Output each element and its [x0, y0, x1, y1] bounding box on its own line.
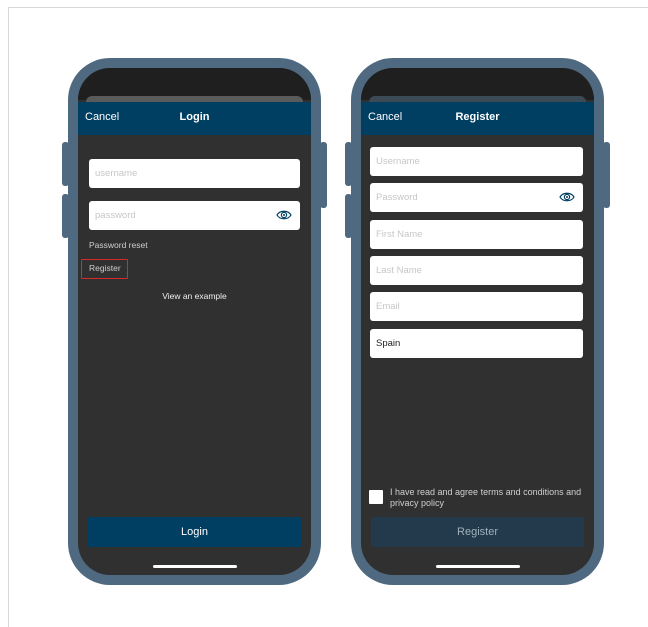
- login-button-label: Login: [181, 526, 208, 538]
- home-indicator: [435, 565, 520, 568]
- first-name-placeholder: First Name: [376, 229, 423, 240]
- register-button[interactable]: Register: [371, 517, 584, 547]
- login-navbar: Cancel Login: [78, 102, 311, 135]
- login-button[interactable]: Login: [88, 517, 301, 547]
- phone-register: Cancel Register Username Password First …: [345, 58, 610, 585]
- phone-login: Cancel Login username password Password …: [62, 58, 327, 585]
- power-button: [320, 142, 327, 208]
- register-screen: Cancel Register Username Password First …: [361, 68, 594, 575]
- email-input[interactable]: Email: [370, 292, 583, 321]
- page-title: Register: [455, 111, 500, 123]
- register-link[interactable]: Register: [89, 263, 121, 273]
- first-name-input[interactable]: First Name: [370, 220, 583, 249]
- register-button-label: Register: [457, 526, 498, 538]
- volume-down-button: [345, 194, 352, 238]
- page-title: Login: [179, 111, 210, 123]
- username-input[interactable]: username: [89, 159, 300, 188]
- eye-icon[interactable]: [559, 191, 575, 203]
- terms-text: I have read and agree terms and conditio…: [390, 487, 582, 508]
- terms-checkbox[interactable]: [369, 490, 383, 504]
- volume-up-button: [62, 142, 69, 186]
- volume-up-button: [345, 142, 352, 186]
- last-name-placeholder: Last Name: [376, 265, 422, 276]
- username-input[interactable]: Username: [370, 147, 583, 176]
- password-input[interactable]: Password: [370, 183, 583, 212]
- password-placeholder: Password: [376, 192, 418, 203]
- view-example-link[interactable]: View an example: [78, 291, 311, 301]
- volume-down-button: [62, 194, 69, 238]
- eye-icon[interactable]: [276, 209, 292, 221]
- password-placeholder: password: [95, 210, 136, 221]
- frame-border-top: [8, 7, 648, 8]
- username-placeholder: Username: [376, 156, 420, 167]
- login-screen: Cancel Login username password Password …: [78, 68, 311, 575]
- power-button: [603, 142, 610, 208]
- home-indicator: [152, 565, 237, 568]
- username-placeholder: username: [95, 168, 138, 179]
- email-placeholder: Email: [376, 301, 400, 312]
- last-name-input[interactable]: Last Name: [370, 256, 583, 285]
- country-select[interactable]: Spain: [370, 329, 583, 358]
- password-reset-link[interactable]: Password reset: [89, 240, 148, 250]
- password-input[interactable]: password: [89, 201, 300, 230]
- frame-border-left: [8, 7, 9, 627]
- country-value: Spain: [376, 338, 401, 349]
- register-navbar: Cancel Register: [361, 102, 594, 135]
